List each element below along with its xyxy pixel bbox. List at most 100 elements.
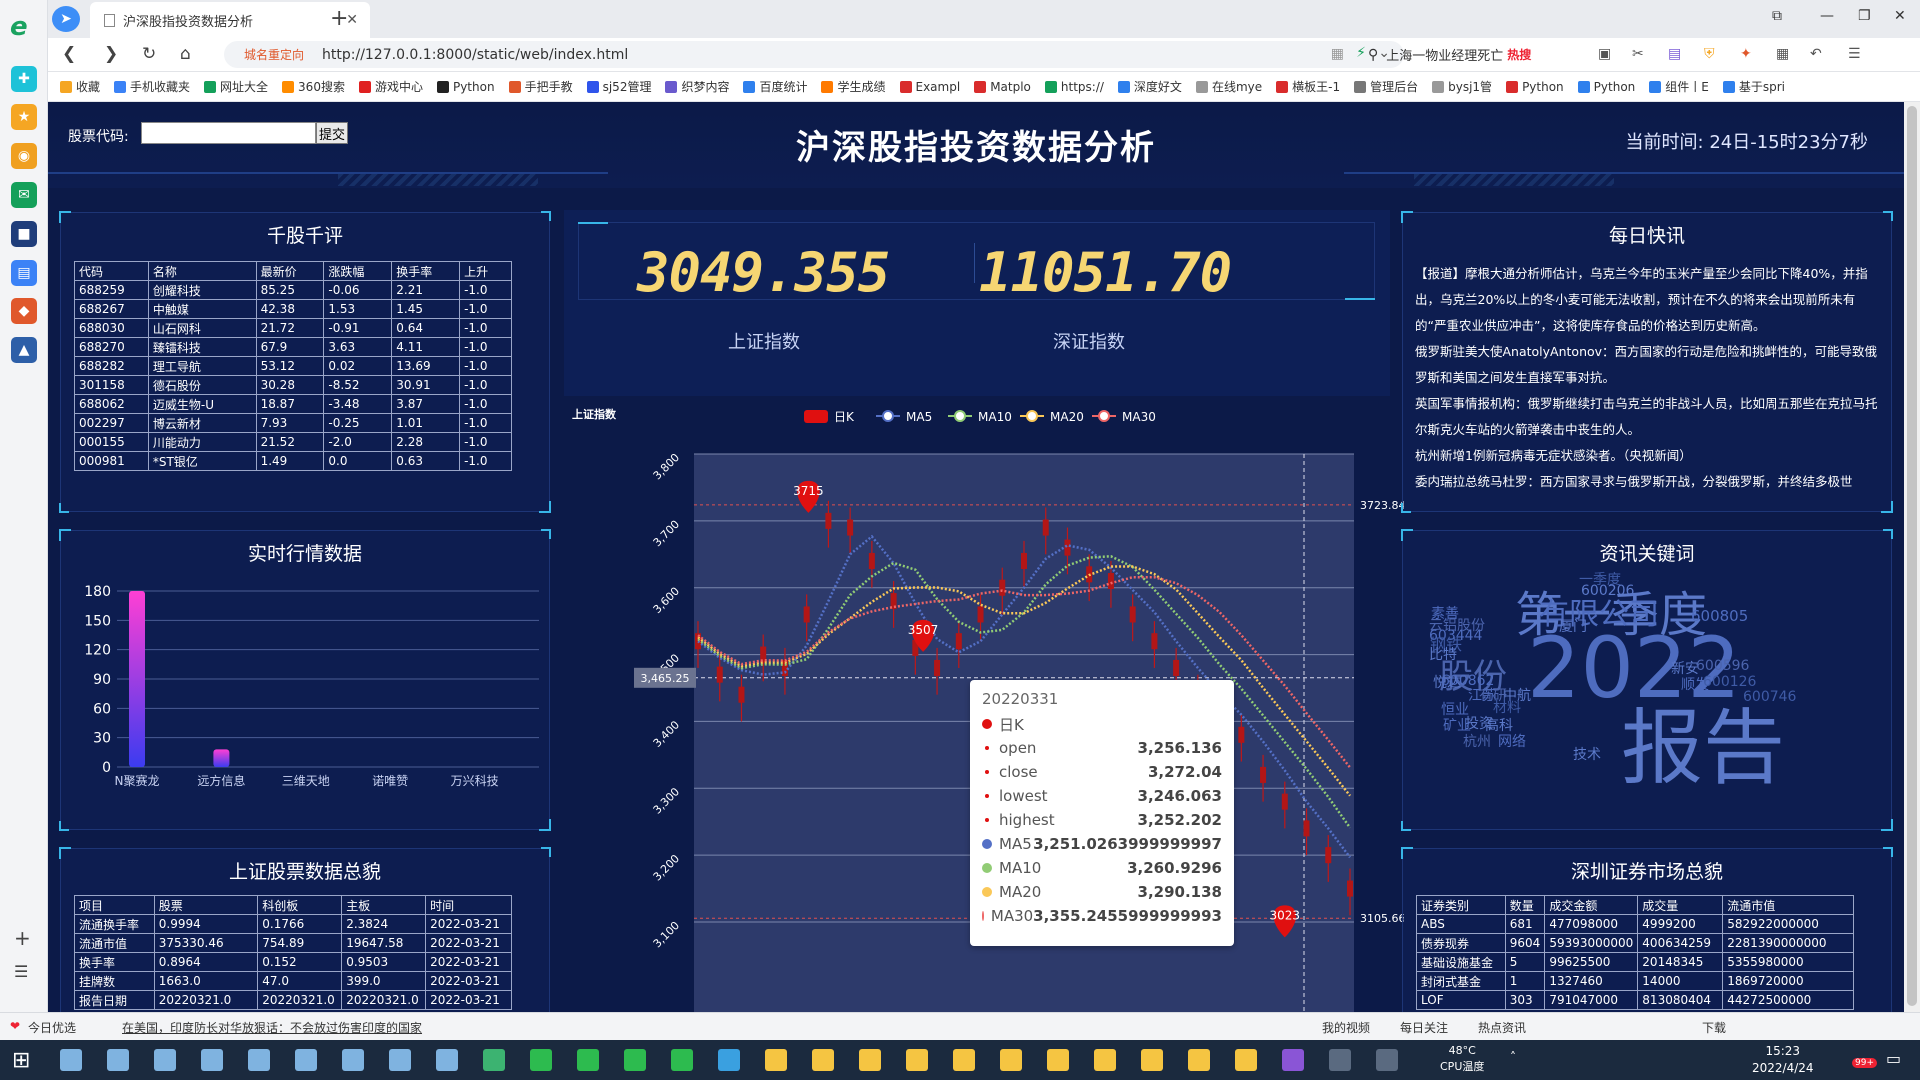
bookmark-item[interactable]: https://	[1044, 80, 1104, 94]
bookmark-item[interactable]: 组件丨E	[1649, 78, 1709, 95]
taskbar-app-icon[interactable]	[859, 1049, 881, 1071]
taskbar-app-icon[interactable]	[953, 1049, 975, 1071]
bookmark-item[interactable]: Python	[1506, 80, 1564, 94]
windows-start-icon[interactable]: ⊞	[12, 1048, 30, 1073]
status-hot[interactable]: 热点资讯	[1478, 1019, 1526, 1036]
taskbar-app-icon[interactable]	[436, 1049, 458, 1071]
taskbar-app-icon[interactable]	[906, 1049, 928, 1071]
bookmark-item[interactable]: 横板王-1	[1276, 78, 1340, 95]
screenshot-icon[interactable]: ▣	[1598, 46, 1611, 62]
notification-icon[interactable]: ▭	[1886, 1049, 1901, 1068]
game-icon-2[interactable]: ▲	[11, 337, 37, 363]
notification-badge[interactable]: 99+	[1852, 1058, 1877, 1068]
url-text[interactable]: http://127.0.0.1:8000/static/web/index.h…	[322, 47, 628, 63]
add-app-icon[interactable]: ✚	[11, 66, 37, 92]
browser-logo-icon[interactable]: e	[10, 12, 28, 42]
taskbar-app-icon[interactable]	[1282, 1049, 1304, 1071]
apps-icon[interactable]: ▦	[1776, 46, 1789, 62]
new-tab-icon[interactable]: +	[330, 6, 348, 31]
bookmark-item[interactable]: 网址大全	[204, 78, 268, 95]
taskbar-app-icon[interactable]	[530, 1049, 552, 1071]
taskbar-app-icon[interactable]	[1329, 1049, 1351, 1071]
taskbar-app-icon[interactable]	[1000, 1049, 1022, 1071]
back-icon[interactable]: ❮	[62, 44, 76, 64]
taskbar-app-icon[interactable]	[577, 1049, 599, 1071]
sidebar-menu-icon[interactable]: ☰	[14, 962, 28, 981]
bookmark-item[interactable]: 基于spri	[1722, 78, 1785, 95]
taskbar-app-icon[interactable]	[248, 1049, 270, 1071]
taskbar-app-icon[interactable]	[1376, 1049, 1398, 1071]
translate-icon[interactable]: ▤	[1668, 46, 1681, 62]
bookmark-item[interactable]: 手把手教	[508, 78, 573, 95]
taskbar-app-icon[interactable]	[765, 1049, 787, 1071]
undo-icon[interactable]: ↶	[1810, 46, 1822, 62]
bookmark-item[interactable]: 深度好文	[1117, 78, 1182, 95]
doc-icon[interactable]: ▤	[11, 260, 37, 286]
app-icon-1[interactable]: ■	[11, 221, 37, 247]
status-video[interactable]: 我的视频	[1322, 1019, 1370, 1036]
bolt-icon[interactable]: ⚡	[1356, 45, 1366, 61]
bookmark-item[interactable]: 织梦内容	[665, 78, 729, 95]
bookmark-item[interactable]: Python	[436, 80, 495, 94]
status-follow[interactable]: 每日关注	[1400, 1019, 1448, 1036]
bookmark-item[interactable]: bysj1管	[1432, 78, 1492, 95]
taskbar-app-icon[interactable]	[1141, 1049, 1163, 1071]
home-icon[interactable]: ⌂	[180, 44, 191, 64]
taskbar-app-icon[interactable]	[295, 1049, 317, 1071]
game-icon-1[interactable]: ◆	[11, 298, 37, 324]
taskbar-app-icon[interactable]	[1047, 1049, 1069, 1071]
menu-icon[interactable]: ☰	[1848, 46, 1861, 62]
tab-active[interactable]: 沪深股指投资数据分析 ✕	[90, 2, 370, 38]
scissors-icon[interactable]: ✂	[1632, 46, 1644, 62]
bookmark-item[interactable]: Matplo	[974, 80, 1031, 94]
bookmark-item[interactable]: 手机收藏夹	[114, 78, 190, 95]
reload-icon[interactable]: ↻	[142, 44, 156, 64]
bookmark-item[interactable]: Python	[1577, 80, 1635, 94]
mail-icon[interactable]: ✉	[11, 182, 37, 208]
taskbar-app-icon[interactable]	[1188, 1049, 1210, 1071]
taskbar-app-icon[interactable]	[1094, 1049, 1116, 1071]
taskbar-app-icon[interactable]	[483, 1049, 505, 1071]
taskbar-app-icon[interactable]	[60, 1049, 82, 1071]
weibo-icon[interactable]: ◉	[11, 143, 37, 169]
grid-icon[interactable]: ▦	[1331, 46, 1344, 62]
restore-icon[interactable]: ❐	[1858, 8, 1871, 24]
tray-chevron-icon[interactable]: ˄	[1510, 1050, 1516, 1064]
taskbar-app-icon[interactable]	[342, 1049, 364, 1071]
favorite-star-icon[interactable]: ★	[11, 104, 37, 130]
pin-icon[interactable]: ⧉	[1772, 8, 1782, 24]
close-window-icon[interactable]: ✕	[1894, 8, 1906, 24]
extension-icon[interactable]: ➤	[52, 6, 80, 32]
shield-icon[interactable]: ⛨	[1704, 46, 1715, 62]
bookmark-item[interactable]: 管理后台	[1354, 78, 1418, 95]
add-sidebar-icon[interactable]: +	[14, 926, 31, 950]
clock[interactable]: 15:23 2022/4/24	[1752, 1043, 1814, 1077]
page-scrollbar-thumb[interactable]	[1907, 106, 1917, 1006]
bookmark-item[interactable]: 百度统计	[743, 78, 807, 95]
status-download[interactable]: 下载	[1702, 1019, 1726, 1036]
taskbar-app-icon[interactable]	[718, 1049, 740, 1071]
status-today[interactable]: 今日优选	[28, 1019, 76, 1036]
bookmark-item[interactable]: 360搜索	[282, 78, 345, 95]
game-tool-icon[interactable]: ✦	[1740, 46, 1752, 62]
bookmark-item[interactable]: 在线mye	[1195, 78, 1262, 95]
taskbar-app-icon[interactable]	[201, 1049, 223, 1071]
heart-icon[interactable]: ❤	[10, 1019, 20, 1033]
url-field[interactable]: 城名重定向 http://127.0.0.1:8000/static/web/i…	[224, 41, 1404, 68]
taskbar-app-icon[interactable]	[107, 1049, 129, 1071]
taskbar-app-icon[interactable]	[1235, 1049, 1257, 1071]
taskbar-app-icon[interactable]	[671, 1049, 693, 1071]
search-input[interactable]: ⚲ 上海一物业经理死亡 热搜	[1368, 41, 1588, 68]
taskbar-app-icon[interactable]	[154, 1049, 176, 1071]
minimize-icon[interactable]: —	[1820, 8, 1834, 24]
status-news[interactable]: 在美国，印度防长对华放狠话：不会放过伤害印度的国家	[122, 1019, 422, 1036]
forward-icon[interactable]: ❯	[104, 44, 118, 64]
taskbar-app-icon[interactable]	[624, 1049, 646, 1071]
search-text[interactable]: 上海一物业经理死亡	[1386, 45, 1503, 64]
bookmark-item[interactable]: sj52管理	[586, 78, 651, 95]
taskbar-app-icon[interactable]	[389, 1049, 411, 1071]
bookmark-item[interactable]: Exampl	[899, 80, 960, 94]
bookmark-item[interactable]: 收藏	[60, 78, 100, 95]
bookmark-item[interactable]: 学生成绩	[821, 78, 886, 95]
bookmark-item[interactable]: 游戏中心	[358, 78, 423, 95]
